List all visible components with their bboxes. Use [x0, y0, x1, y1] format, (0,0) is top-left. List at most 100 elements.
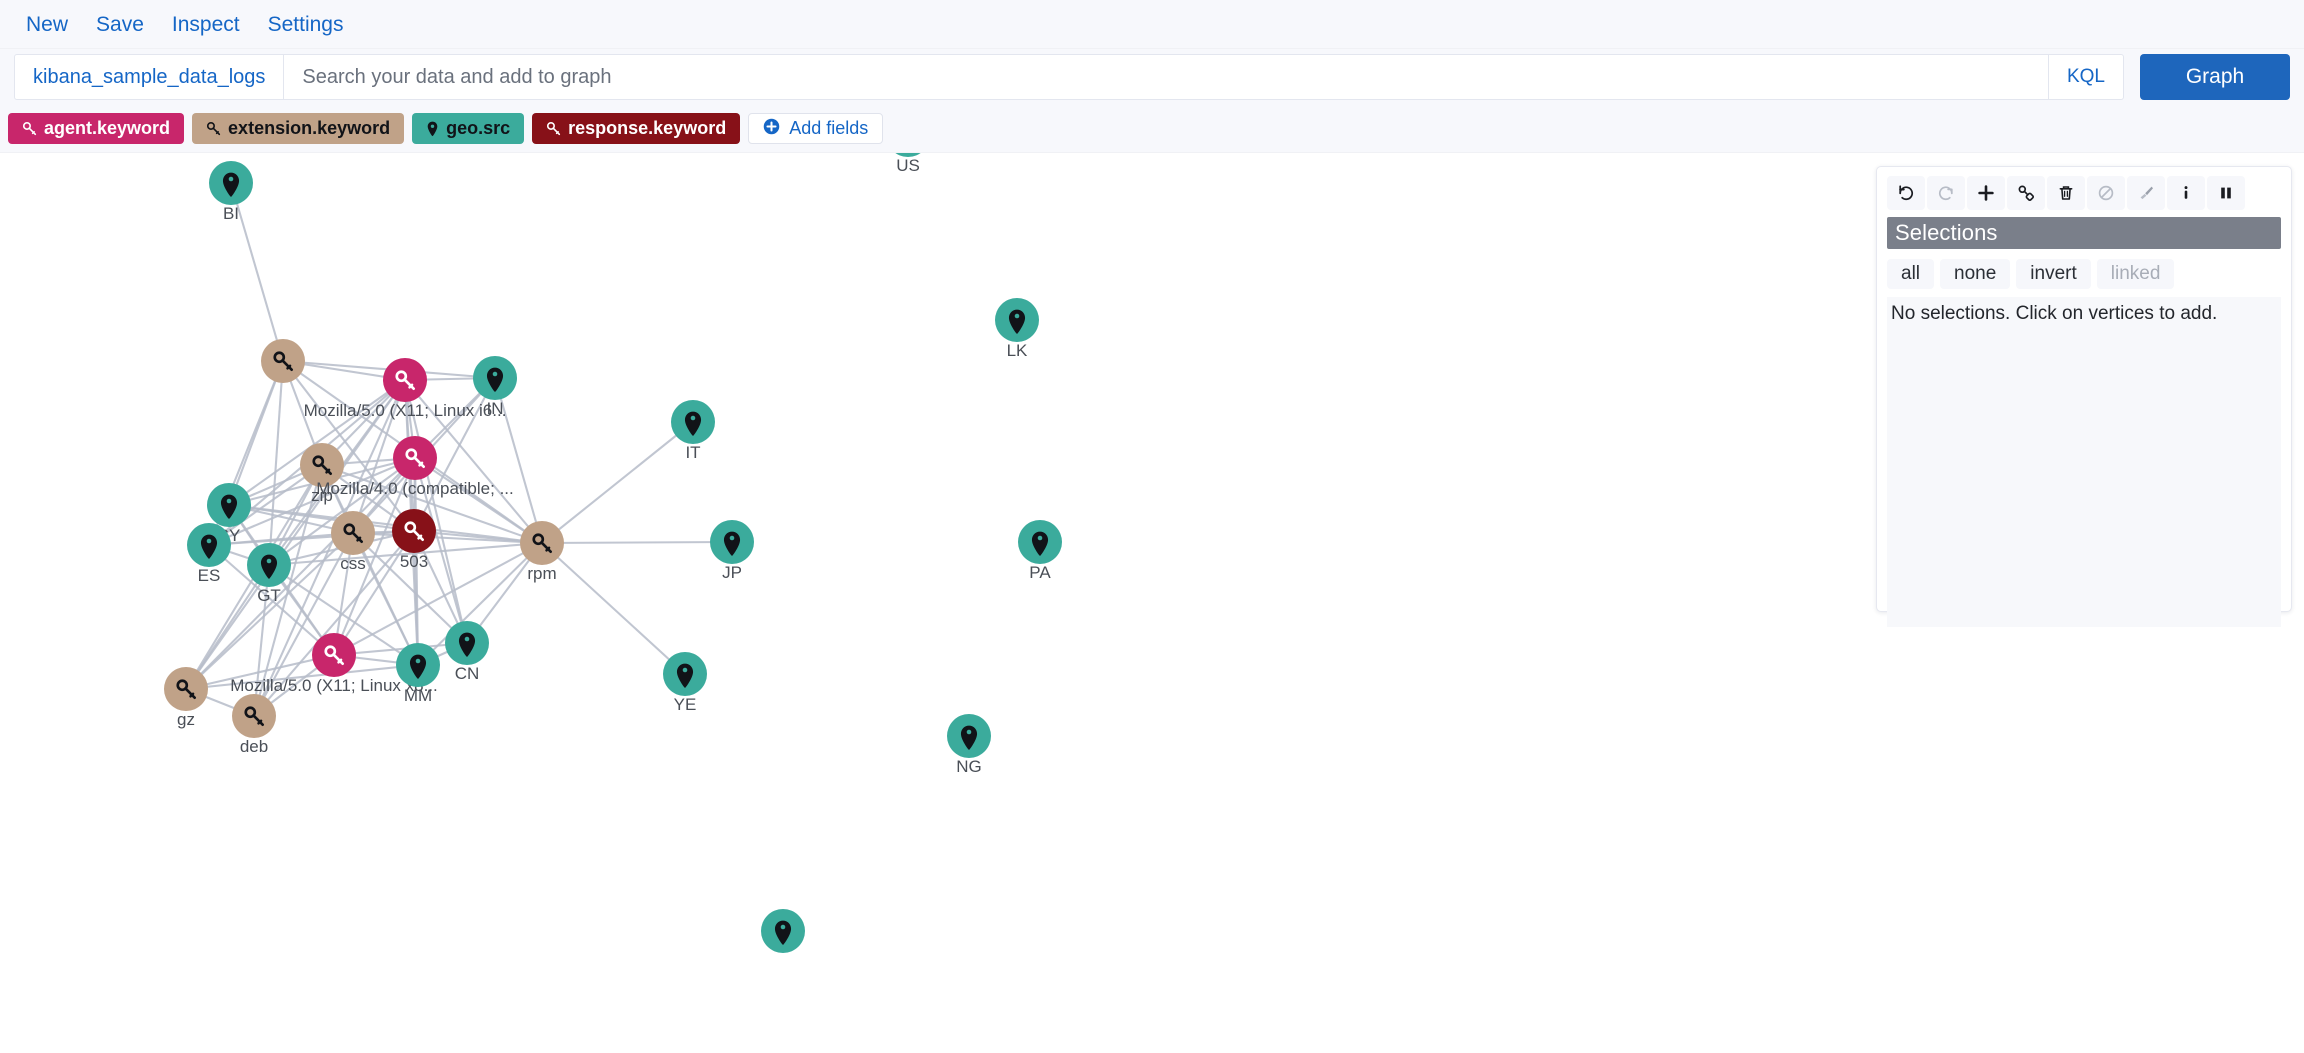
graph-edge	[541, 542, 686, 675]
graph-node[interactable]: CN	[445, 621, 489, 683]
search-input[interactable]	[284, 55, 2048, 99]
graph-node[interactable]: LK	[995, 298, 1039, 360]
menu-settings[interactable]: Settings	[254, 0, 358, 49]
graph-node[interactable]: gz	[164, 667, 208, 729]
plus-icon	[1978, 185, 1994, 201]
trash-icon-button[interactable]	[2047, 176, 2085, 210]
location-icon-hole	[228, 176, 234, 182]
location-icon-hole	[492, 371, 498, 377]
plus-icon-button[interactable]	[1967, 176, 2005, 210]
key-icon	[206, 121, 221, 136]
field-pill-agent-keyword[interactable]: agent.keyword	[8, 113, 185, 144]
query-bar: kibana_sample_data_logs KQL Graph	[0, 49, 2304, 105]
add-fields-button[interactable]: Add fields	[748, 113, 884, 144]
node-label: MM	[404, 686, 432, 705]
location-icon-hole	[226, 498, 232, 504]
select-all-button[interactable]: all	[1887, 259, 1935, 289]
node-label: JP	[722, 563, 742, 582]
location-icon-hole	[780, 924, 786, 930]
link-icon-button[interactable]	[2007, 176, 2045, 210]
undo-icon-button[interactable]	[1887, 176, 1925, 210]
node-label: Mozilla/5.0 (X11; Linux i6...	[304, 401, 507, 420]
menu-new[interactable]: New	[12, 0, 82, 49]
node-label: Mozilla/4.0 (compatible; ...	[316, 479, 513, 498]
location-icon-hole	[690, 415, 696, 421]
block-icon-button	[2087, 176, 2125, 210]
selections-panel: Selections all none invert linked No sel…	[1876, 166, 2292, 627]
field-pill-label: extension.keyword	[228, 118, 391, 138]
graph-button[interactable]: Graph	[2140, 54, 2290, 100]
location-icon-hole	[1014, 313, 1020, 319]
location-icon-hole	[206, 538, 212, 544]
graph-app: New Save Inspect Settings kibana_sample_…	[0, 0, 2304, 1053]
select-linked-button: linked	[2096, 259, 2175, 289]
graph-node[interactable]: IT	[671, 400, 715, 462]
graph-node[interactable]: NG	[947, 714, 991, 776]
menu-inspect[interactable]: Inspect	[158, 0, 254, 49]
node-label: CN	[455, 664, 480, 683]
pause-icon-button[interactable]	[2207, 176, 2245, 210]
node-label: LK	[1007, 341, 1028, 360]
panel-title: Selections	[1887, 217, 2281, 249]
select-invert-button[interactable]: invert	[2016, 259, 2091, 289]
graph-node[interactable]: US	[886, 153, 930, 175]
field-pill-geo-src[interactable]: geo.src	[412, 113, 525, 144]
location-icon-hole	[966, 729, 972, 735]
paintbrush-icon-button	[2127, 176, 2165, 210]
menu-save[interactable]: Save	[82, 0, 158, 49]
node-label: css	[340, 554, 366, 573]
select-none-button[interactable]: none	[1940, 259, 2011, 289]
paintbrush-icon	[2140, 186, 2153, 200]
graph-node[interactable]	[761, 909, 805, 953]
key-icon	[22, 121, 37, 136]
link-icon	[2018, 185, 2035, 202]
graph-node[interactable]: ES	[187, 523, 231, 585]
graph-node[interactable]: rpm	[520, 521, 564, 583]
node-label: PA	[1029, 563, 1051, 582]
graph-edge	[541, 421, 694, 544]
pause-icon	[2221, 187, 2231, 199]
field-pill-bar: agent.keyword extension.keyword geo.src	[0, 105, 2304, 153]
node-label: deb	[240, 737, 268, 756]
location-icon-hole	[682, 667, 688, 673]
node-label: GT	[257, 586, 281, 605]
selection-actions: all none invert linked	[1887, 257, 2281, 291]
field-pill-extension-keyword[interactable]: extension.keyword	[192, 113, 405, 144]
graph-node[interactable]: YE	[663, 652, 707, 714]
graph-node[interactable]: Mozilla/4.0 (compatible; ...	[316, 436, 514, 498]
location-icon-hole	[266, 558, 272, 564]
location-icon-hole	[729, 535, 735, 541]
redo-icon-button	[1927, 176, 1965, 210]
location-icon-hole	[1037, 535, 1043, 541]
graph-node[interactable]: PA	[1018, 520, 1062, 582]
plus-circle-icon	[763, 118, 780, 140]
graph-edge	[541, 540, 733, 545]
info-icon-button[interactable]	[2167, 176, 2205, 210]
block-icon	[2098, 185, 2114, 201]
node-label: NG	[956, 757, 982, 776]
graph-node[interactable]: MM	[396, 643, 440, 705]
node-label: BI	[223, 204, 239, 223]
info-icon	[2184, 186, 2188, 199]
top-menu-bar: New Save Inspect Settings	[0, 0, 2304, 49]
location-icon	[426, 121, 439, 137]
add-fields-label: Add fields	[789, 118, 869, 138]
graph-node[interactable]: JP	[710, 520, 754, 582]
node-label: US	[896, 156, 920, 175]
graph-node[interactable]: BI	[209, 161, 253, 223]
key-icon	[546, 121, 561, 136]
graph-node[interactable]: deb	[232, 694, 276, 756]
node-label: IT	[685, 443, 700, 462]
location-icon-hole	[415, 658, 421, 664]
graph-node[interactable]	[261, 339, 305, 383]
query-language-button[interactable]: KQL	[2047, 55, 2123, 99]
panel-toolbar	[1887, 175, 2281, 211]
node-label: IN	[487, 399, 504, 418]
query-input-group: kibana_sample_data_logs KQL	[14, 54, 2124, 100]
field-pill-label: agent.keyword	[44, 118, 171, 138]
undo-icon	[1899, 185, 1914, 201]
field-pill-response-keyword[interactable]: response.keyword	[532, 113, 741, 144]
field-pill-label: geo.src	[446, 118, 511, 138]
index-pattern-selector[interactable]: kibana_sample_data_logs	[15, 55, 285, 99]
node-label: ES	[198, 566, 221, 585]
